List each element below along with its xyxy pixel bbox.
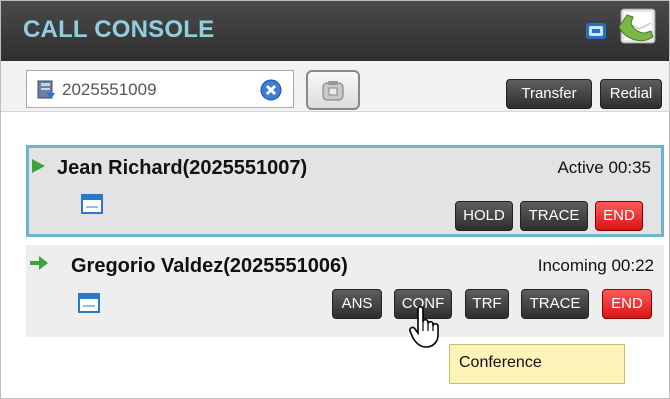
directory-icon[interactable] — [35, 79, 57, 101]
redial-button[interactable]: Redial — [600, 79, 662, 109]
caller-name: Gregorio Valdez(2025551006) — [71, 255, 348, 277]
console-title: CALL CONSOLE — [23, 16, 215, 43]
end-button[interactable]: END — [602, 289, 652, 319]
call-item-incoming[interactable]: Gregorio Valdez(2025551006) Incoming 00:… — [26, 245, 664, 337]
play-icon — [32, 159, 45, 173]
trace-button[interactable]: TRACE — [521, 289, 589, 319]
hold-button[interactable]: HOLD — [455, 201, 513, 231]
header-bar: CALL CONSOLE — [1, 1, 669, 61]
hand-cursor-icon — [409, 305, 439, 348]
call-status: Active 00:35 — [557, 158, 651, 177]
clear-icon[interactable] — [260, 79, 282, 101]
notes-icon[interactable] — [78, 293, 100, 313]
dial-number-value: 2025551009 — [62, 80, 157, 99]
call-status: Incoming 00:22 — [537, 256, 654, 275]
transfer-call-button[interactable]: TRF — [465, 289, 509, 319]
answer-button[interactable]: ANS — [332, 289, 382, 319]
transfer-button[interactable]: Transfer — [506, 79, 592, 109]
notes-icon[interactable] — [81, 194, 103, 214]
phone-book-icon[interactable] — [615, 7, 659, 47]
caller-name: Jean Richard(2025551007) — [57, 157, 308, 179]
dial-phone-button[interactable] — [306, 70, 360, 110]
dial-phone-icon — [322, 81, 344, 101]
call-item-active[interactable]: Jean Richard(2025551007) Active 00:35 HO… — [26, 145, 664, 237]
headset-status-icon[interactable] — [585, 21, 607, 41]
incoming-arrow-icon — [30, 256, 48, 270]
call-console-window: CALL CONSOLE 2025551009 Transfer Redial … — [0, 0, 670, 399]
trace-button[interactable]: TRACE — [520, 201, 588, 231]
tooltip: Conference — [449, 344, 625, 384]
end-button[interactable]: END — [595, 201, 643, 231]
dial-number-input[interactable]: 2025551009 — [26, 70, 294, 108]
